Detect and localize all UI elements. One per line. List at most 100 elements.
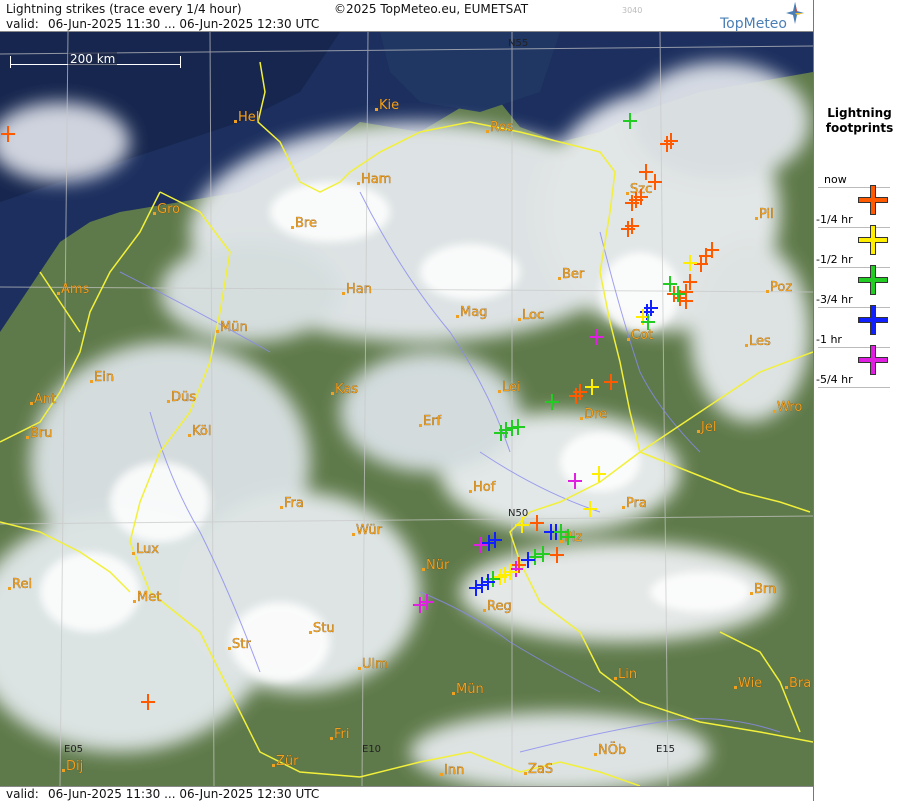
city-marker	[440, 773, 443, 776]
city-label-25: Köl	[192, 424, 211, 439]
footer-valid-label: valid:	[6, 787, 39, 801]
city-label-10: Han	[346, 282, 372, 297]
city-label-47: Zür	[276, 754, 299, 769]
city-marker	[456, 315, 459, 318]
city-marker	[560, 540, 563, 543]
legend-label-0: now	[824, 173, 847, 186]
city-label-42: Lin	[618, 667, 637, 682]
city-label-49: ZaS	[528, 762, 553, 777]
city-marker	[622, 506, 625, 509]
city-marker	[375, 108, 378, 111]
city-label-27: Jel	[700, 420, 716, 435]
coord-label-e05: E05	[64, 744, 83, 755]
satellite-map[interactable]: HelKieRosHamSzcGroBrePilBerAmsHanPozMagL…	[0, 32, 813, 786]
legend-cross-icon	[858, 185, 888, 215]
city-marker	[331, 392, 334, 395]
city-marker	[614, 677, 617, 680]
scale-bar: 200 km	[10, 52, 182, 70]
city-marker	[785, 686, 788, 689]
city-label-36: Met	[137, 590, 161, 605]
legend-cross-icon	[858, 265, 888, 295]
city-marker	[234, 120, 237, 123]
city-marker	[627, 338, 630, 341]
city-marker	[330, 737, 333, 740]
city-marker	[272, 764, 275, 767]
city-marker	[773, 410, 776, 413]
legend-cross-icon	[858, 345, 888, 375]
city-label-15: Mün	[220, 320, 248, 335]
city-label-8: Ber	[562, 267, 585, 282]
city-marker	[358, 667, 361, 670]
city-label-13: Loc	[522, 308, 544, 323]
city-label-38: Brn	[754, 582, 776, 597]
city-marker	[697, 430, 700, 433]
city-marker	[580, 417, 583, 420]
legend-title-line1: Lightning	[827, 106, 892, 120]
city-label-7: Pil	[759, 207, 774, 222]
map-title: Lightning strikes (trace every 1/4 hour)	[6, 2, 242, 16]
legend-title-line2: footprints	[825, 121, 894, 135]
city-marker	[133, 600, 136, 603]
city-marker	[132, 552, 135, 555]
map-canvas: HelKieRosHamSzcGroBrePilBerAmsHanPozMagL…	[0, 32, 813, 786]
city-marker	[419, 424, 422, 427]
topmeteo-logo[interactable]: TopMeteo	[720, 2, 812, 32]
copyright: ©2025 TopMeteo.eu, EUMETSAT	[334, 2, 529, 16]
city-marker	[167, 400, 170, 403]
city-marker	[486, 130, 489, 133]
city-marker	[153, 212, 156, 215]
city-marker	[734, 686, 737, 689]
city-marker	[483, 609, 486, 612]
city-label-28: Hof	[473, 480, 496, 495]
city-label-11: Poz	[770, 280, 792, 295]
coord-label-e15: E15	[656, 744, 675, 755]
city-marker	[90, 380, 93, 383]
compass-star-icon	[786, 2, 804, 24]
city-marker	[594, 753, 597, 756]
city-label-24: Bru	[30, 426, 53, 441]
coord-label-e10: E10	[362, 744, 381, 755]
brand-name: TopMeteo	[720, 16, 787, 32]
city-label-19: Lei	[502, 380, 521, 395]
legend-label-1: -1/4 hr	[816, 213, 853, 226]
city-label-16: Les	[749, 334, 771, 349]
city-label-0: Hel	[238, 110, 259, 125]
city-label-26: Erf	[423, 414, 442, 429]
city-marker	[626, 192, 629, 195]
city-marker	[745, 344, 748, 347]
city-label-46: Fri	[334, 727, 350, 742]
header-bar: Lightning strikes (trace every 1/4 hour)…	[0, 0, 813, 32]
city-marker	[228, 647, 231, 650]
legend-panel: Lightning footprints now -1/4 hr -1/2 hr -3…	[813, 0, 904, 801]
city-marker	[452, 692, 455, 695]
city-marker	[469, 490, 472, 493]
city-label-50: NÖb	[598, 741, 626, 758]
city-marker	[558, 277, 561, 280]
legend-label-4: -1 hr	[816, 333, 842, 346]
footer-bar: valid: 06-Jun-2025 11:30 ... 06-Jun-2025…	[0, 786, 813, 801]
city-marker	[280, 506, 283, 509]
city-label-35: Nür	[426, 558, 450, 573]
city-label-23: Wro	[777, 400, 802, 415]
valid-label: valid:	[6, 17, 39, 31]
city-label-30: Pra	[626, 496, 647, 511]
city-label-44: Bra	[789, 676, 811, 691]
image-code: 3040	[622, 6, 643, 15]
city-marker	[766, 290, 769, 293]
city-marker	[62, 769, 65, 772]
city-marker	[8, 587, 11, 590]
city-label-6: Bre	[295, 216, 317, 231]
city-label-41: Ulm	[362, 657, 388, 672]
city-marker	[755, 217, 758, 220]
city-marker	[309, 631, 312, 634]
valid-range: 06-Jun-2025 11:30 ... 06-Jun-2025 12:30 …	[48, 17, 320, 31]
city-label-1: Kie	[379, 98, 399, 113]
city-label-39: Stu	[313, 621, 335, 636]
legend-separator	[818, 387, 890, 388]
city-label-18: Kas	[335, 382, 358, 397]
city-marker	[518, 318, 521, 321]
city-marker	[57, 292, 60, 295]
city-label-29: Fra	[284, 496, 304, 511]
city-marker	[750, 592, 753, 595]
scale-bar-label: 200 km	[68, 52, 118, 66]
